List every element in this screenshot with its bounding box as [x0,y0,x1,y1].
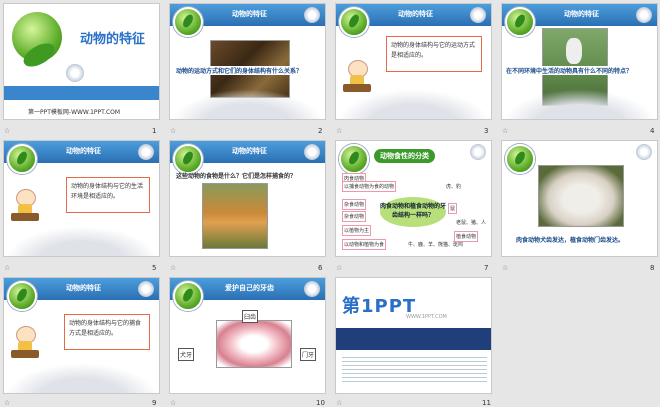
slide-thumbnail-11[interactable]: 第1PPT WWW.1PPT.COM [335,277,492,394]
label-omnivore: 杂食动物 [342,211,367,222]
globe-icon [7,144,37,174]
dandelion-icon [304,7,320,23]
slide-transition-icon: ☆ [4,264,11,272]
slide-number-8: 8 [650,264,655,272]
slide-number-5: 5 [152,264,157,272]
dandelion-icon [304,144,320,160]
info-bar [336,328,491,350]
slide-number-11: 11 [482,399,491,407]
question-text: 在不同环境中生活的动物具有什么不同的特点？ [506,66,633,75]
label-tiger: 虎、豹 [444,181,464,192]
label-herbivore: 植食动物 [454,231,479,242]
slide-transition-icon: ☆ [502,264,509,272]
slide-transition-icon: ☆ [336,264,343,272]
dandelion-icon [138,281,154,297]
globe-icon [173,144,203,174]
slide-thumbnail-5[interactable]: 动物的特征 动物的身体结构与它的生活环境是相适应的。 [3,140,160,257]
globe-icon [7,281,37,311]
slide-title: 动物的特征 [564,10,599,18]
slide-thumbnail-2[interactable]: 动物的特征 动物的运动方式和它们的身体结构有什么关系？ [169,3,326,120]
slide-thumbnail-3[interactable]: 动物的特征 动物的身体结构与它的运动方式是相适应的。 [335,3,492,120]
slide-transition-icon: ☆ [336,399,343,407]
label-molar: 臼齿 [242,310,259,323]
footer-text: 第一PPT模板网-WWW.1PPT.COM [28,109,121,116]
title-bar [4,86,159,100]
slide-number-9: 9 [152,399,157,407]
slide-title: 动物的特征 [80,32,146,47]
slide-number-6: 6 [318,264,323,272]
label-omnivore-examples: 老鼠、猪、人 [454,217,489,228]
decoration [4,363,159,393]
slide-title: 动物的特征 [66,284,101,292]
dandelion-icon [138,144,154,160]
slide-title: 动物食性的分类 [374,149,435,163]
decoration [170,89,325,119]
slide-number-3: 3 [484,127,489,135]
globe-icon [173,281,203,311]
slide-thumbnail-7[interactable]: 动物食性的分类 肉食动物 以捕食动物为食的动物 虎、豹 杂食动物 以植物为主 鼠… [335,140,492,257]
slide-title: 动物的特征 [232,147,267,155]
slide-title: 动物的特征 [398,10,433,18]
dandelion-icon [636,7,652,23]
link-list [342,354,487,384]
globe-icon [505,144,535,174]
crane-icon [566,38,582,64]
question-text: 动物的运动方式和它们的身体结构有什么关系？ [176,66,303,75]
teeth-photo [216,320,292,368]
label-omnivore-2: 杂食动物 [342,199,367,210]
slide-number-10: 10 [316,399,325,407]
slide-number-2: 2 [318,127,323,135]
center-bubble: 肉食动物和植食动物的牙齿结构一样吗？ [380,197,446,227]
slide-transition-icon: ☆ [170,399,177,407]
decoration [4,226,159,256]
slide-thumbnail-9[interactable]: 动物的特征 动物的身体结构与它的捕食方式是相适应的。 [3,277,160,394]
tiger-photo [202,183,268,249]
dandelion-icon [304,281,320,297]
label-canine: 犬牙 [178,348,195,361]
slide-transition-icon: ☆ [4,399,11,407]
dandelion-icon [470,7,486,23]
caption-text: 肉食动物犬齿发达，植食动物门齿发达。 [516,235,625,244]
label-omnivore-def: 以动物和植物为食 [342,239,387,250]
monkey-photo [538,165,624,227]
globe-icon [505,7,535,37]
slide-thumbnail-10[interactable]: 爱护自己的牙齿 臼齿 犬牙 门牙 [169,277,326,394]
question-text: 这些动物的食物是什么？它们是怎样捕食的？ [176,173,297,180]
slide-transition-icon: ☆ [170,127,177,135]
slide-number-4: 4 [650,127,655,135]
callout-box: 动物的身体结构与它的运动方式是相适应的。 [386,36,482,72]
logo-url: WWW.1PPT.COM [406,314,447,320]
cartoon-character-icon [11,326,39,360]
slide-thumbnail-4[interactable]: 动物的特征 在不同环境中生活的动物具有什么不同的特点？ [501,3,658,120]
label-plant-mainly: 以植物为主 [342,225,372,236]
globe-icon [339,144,369,174]
dandelion-icon [470,144,486,160]
cartoon-character-icon [11,189,39,223]
decoration [336,89,491,119]
dandelion-icon [66,64,84,82]
slide-title: 爱护自己的牙齿 [225,284,274,292]
slide-title: 动物的特征 [232,10,267,18]
globe-icon [173,7,203,37]
dandelion-icon [636,144,652,160]
slide-thumbnail-1[interactable]: 动物的特征 第一PPT模板网-WWW.1PPT.COM [3,3,160,120]
globe-icon [339,7,369,37]
label-carnivore-def: 以捕食动物为食的动物 [342,181,397,192]
slide-transition-icon: ☆ [4,127,11,135]
slide-number-1: 1 [152,127,157,135]
slide-thumbnail-8[interactable]: 肉食动物犬齿发达，植食动物门齿发达。 [501,140,658,257]
slide-transition-icon: ☆ [502,127,509,135]
decoration [502,89,657,119]
slide-thumbnail-6[interactable]: 动物的特征 这些动物的食物是什么？它们是怎样捕食的？ [169,140,326,257]
slide-number-7: 7 [484,264,489,272]
label-incisor: 门牙 [300,348,317,361]
slide-transition-icon: ☆ [170,264,177,272]
callout-box: 动物的身体结构与它的捕食方式是相适应的。 [64,314,150,350]
callout-box: 动物的身体结构与它的生活环境是相适应的。 [66,177,150,213]
label-mouse: 鼠 [448,203,458,214]
slide-title: 动物的特征 [66,147,101,155]
slide-transition-icon: ☆ [336,127,343,135]
